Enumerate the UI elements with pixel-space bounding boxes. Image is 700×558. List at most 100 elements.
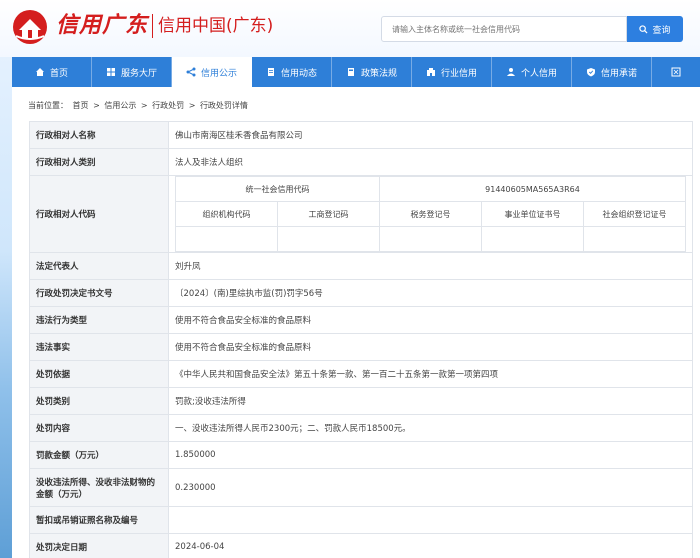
table-row: 行政相对人代码 统一社会信用代码 91440605MA565A3R64 组织机构… xyxy=(29,175,693,253)
row-value-type: 法人及非法人组织 xyxy=(168,148,693,176)
nav-label: 行业信用 xyxy=(440,68,477,79)
nav-label: 信用承诺 xyxy=(600,68,637,79)
row-label-fine: 罚款金额（万元） xyxy=(29,441,169,469)
row-label-violation-type: 违法行为类型 xyxy=(29,306,169,334)
row-value-doc-no: 〔2024〕(南)里综执市监(罚)罚字56号 xyxy=(168,279,693,307)
row-label-content: 处罚内容 xyxy=(29,414,169,442)
table-row: 行政相对人名称 佛山市南海区桂禾香食品有限公司 xyxy=(29,121,693,149)
breadcrumb-sep: > xyxy=(140,101,148,110)
value-tax-reg xyxy=(379,226,482,252)
site-title: 信用中国(广东) xyxy=(158,16,274,36)
home-icon xyxy=(35,68,44,76)
table-row: 罚款金额（万元） 1.850000 xyxy=(29,441,693,469)
row-value-legal-rep: 刘升凤 xyxy=(168,252,693,280)
nav-label: 服务大厅 xyxy=(120,68,157,79)
share-icon xyxy=(186,67,196,77)
table-row: 没收违法所得、没收非法财物的金额（万元） 0.230000 xyxy=(29,468,693,507)
nav-label: 信用公示 xyxy=(200,68,237,79)
uscc-value: 91440605MA565A3R64 xyxy=(379,176,686,202)
nav-item-industry-credit[interactable]: 行业信用 xyxy=(412,57,492,87)
row-value-confiscated: 0.230000 xyxy=(168,468,693,507)
breadcrumb-sep: > xyxy=(188,101,196,110)
subheader-tax-reg: 税务登记号 xyxy=(379,201,482,227)
building-icon xyxy=(426,68,435,76)
search-input[interactable] xyxy=(381,16,627,42)
value-institution-cert xyxy=(481,226,584,252)
row-label-violation-fact: 违法事实 xyxy=(29,333,169,361)
subheader-institution-cert: 事业单位证书号 xyxy=(481,201,584,227)
subheader-org-code: 组织机构代码 xyxy=(175,201,278,227)
row-label-legal-rep: 法定代表人 xyxy=(29,252,169,280)
row-value-fine: 1.850000 xyxy=(168,441,693,469)
value-social-org-reg xyxy=(583,226,686,252)
table-row: 行政处罚决定书文号 〔2024〕(南)里综执市监(罚)罚字56号 xyxy=(29,279,693,307)
table-row: 暂扣或吊销证照名称及编号 xyxy=(29,506,693,534)
search-icon xyxy=(639,24,648,34)
row-label-doc-no: 行政处罚决定书文号 xyxy=(29,279,169,307)
nav-item-service-hall[interactable]: 服务大厅 xyxy=(92,57,172,87)
subheader-business-reg: 工商登记码 xyxy=(277,201,380,227)
row-value-category: 罚款;没收违法所得 xyxy=(168,387,693,415)
site-header: 信用广东 信用中国(广东) 查询 xyxy=(0,0,700,57)
row-label-date: 处罚决定日期 xyxy=(29,533,169,558)
value-org-code xyxy=(175,226,278,252)
nav-item-credit-commitment[interactable]: 信用承诺 xyxy=(572,57,652,87)
content-panel: 当前位置： 首页 > 信用公示 > 行政处罚 > 行政处罚详情 行政相对人名称 … xyxy=(12,87,700,558)
value-business-reg xyxy=(277,226,380,252)
breadcrumb-sep: > xyxy=(93,101,100,110)
row-label-name: 行政相对人名称 xyxy=(29,121,169,149)
nav-item-credit-news[interactable]: 信用动态 xyxy=(252,57,332,87)
search-button[interactable]: 查询 xyxy=(627,16,683,42)
main-nav: 首页 服务大厅 信用公示 信用动态 政策法规 行业信用 个人信用 信用承诺 xyxy=(12,57,700,87)
breadcrumb: 当前位置： 首页 > 信用公示 > 行政处罚 > 行政处罚详情 xyxy=(28,100,250,111)
nav-label: 首页 xyxy=(49,68,68,79)
row-label-category: 处罚类别 xyxy=(29,387,169,415)
uscc-label: 统一社会信用代码 xyxy=(175,176,380,202)
table-row: 处罚内容 一、没收违法所得人民币2300元；二、罚款人民币18500元。 xyxy=(29,414,693,442)
nav-label: 个人信用 xyxy=(520,68,557,79)
table-row: 法定代表人 刘升凤 xyxy=(29,252,693,280)
search-button-label: 查询 xyxy=(652,25,671,36)
row-value-violation-fact: 使用不符合食品安全标准的食品原料 xyxy=(168,333,693,361)
row-value-violation-type: 使用不符合食品安全标准的食品原料 xyxy=(168,306,693,334)
table-row: 处罚依据 《中华人民共和国食品安全法》第五十条第一款、第一百二十五条第一款第一项… xyxy=(29,360,693,388)
table-row: 处罚类别 罚款;没收违法所得 xyxy=(29,387,693,415)
row-value-name: 佛山市南海区桂禾香食品有限公司 xyxy=(168,121,693,149)
nav-label: 政策法规 xyxy=(360,68,397,79)
breadcrumb-item-current: 行政处罚详情 xyxy=(199,101,248,110)
code-subtable: 统一社会信用代码 91440605MA565A3R64 组织机构代码 工商登记码… xyxy=(175,176,686,252)
nav-item-expand[interactable] xyxy=(652,57,700,87)
table-row: 处罚决定日期 2024-06-04 xyxy=(29,533,693,558)
nav-item-home[interactable]: 首页 xyxy=(12,57,92,87)
row-value-basis: 《中华人民共和国食品安全法》第五十条第一款、第一百二十五条第一款第一项第四项 xyxy=(168,360,693,388)
row-label-code: 行政相对人代码 xyxy=(29,175,169,253)
person-icon xyxy=(506,68,515,76)
breadcrumb-item-home[interactable]: 首页 xyxy=(73,101,89,110)
row-label-type: 行政相对人类别 xyxy=(29,148,169,176)
penalty-detail-table: 行政相对人名称 佛山市南海区桂禾香食品有限公司 行政相对人类别 法人及非法人组织… xyxy=(29,121,693,558)
grid-icon xyxy=(106,68,115,76)
table-row: 违法行为类型 使用不符合食品安全标准的食品原料 xyxy=(29,306,693,334)
row-label-license: 暂扣或吊销证照名称及编号 xyxy=(29,506,169,534)
row-label-basis: 处罚依据 xyxy=(29,360,169,388)
subheader-social-org-reg: 社会组织登记证号 xyxy=(583,201,686,227)
table-row: 行政相对人类别 法人及非法人组织 xyxy=(29,148,693,176)
table-row: 违法事实 使用不符合食品安全标准的食品原料 xyxy=(29,333,693,361)
logo-icon xyxy=(13,10,47,44)
document-icon xyxy=(267,68,274,76)
breadcrumb-prefix: 当前位置： xyxy=(28,101,68,110)
breadcrumb-item-publicity[interactable]: 信用公示 xyxy=(104,101,136,110)
breadcrumb-item-penalty[interactable]: 行政处罚 xyxy=(152,101,184,110)
logo-script-text: 信用广东 xyxy=(56,12,149,38)
row-value-date: 2024-06-04 xyxy=(168,533,693,558)
shield-icon xyxy=(586,68,595,77)
book-icon xyxy=(347,68,354,76)
row-label-confiscated: 没收违法所得、没收非法财物的金额（万元） xyxy=(29,468,169,507)
nav-label: 信用动态 xyxy=(280,68,317,79)
row-value-content: 一、没收违法所得人民币2300元；二、罚款人民币18500元。 xyxy=(168,414,693,442)
logo-divider xyxy=(152,14,153,38)
expand-icon xyxy=(671,67,681,77)
nav-item-credit-publicity[interactable]: 信用公示 xyxy=(172,57,252,87)
nav-item-policy[interactable]: 政策法规 xyxy=(332,57,412,87)
nav-item-personal-credit[interactable]: 个人信用 xyxy=(492,57,572,87)
